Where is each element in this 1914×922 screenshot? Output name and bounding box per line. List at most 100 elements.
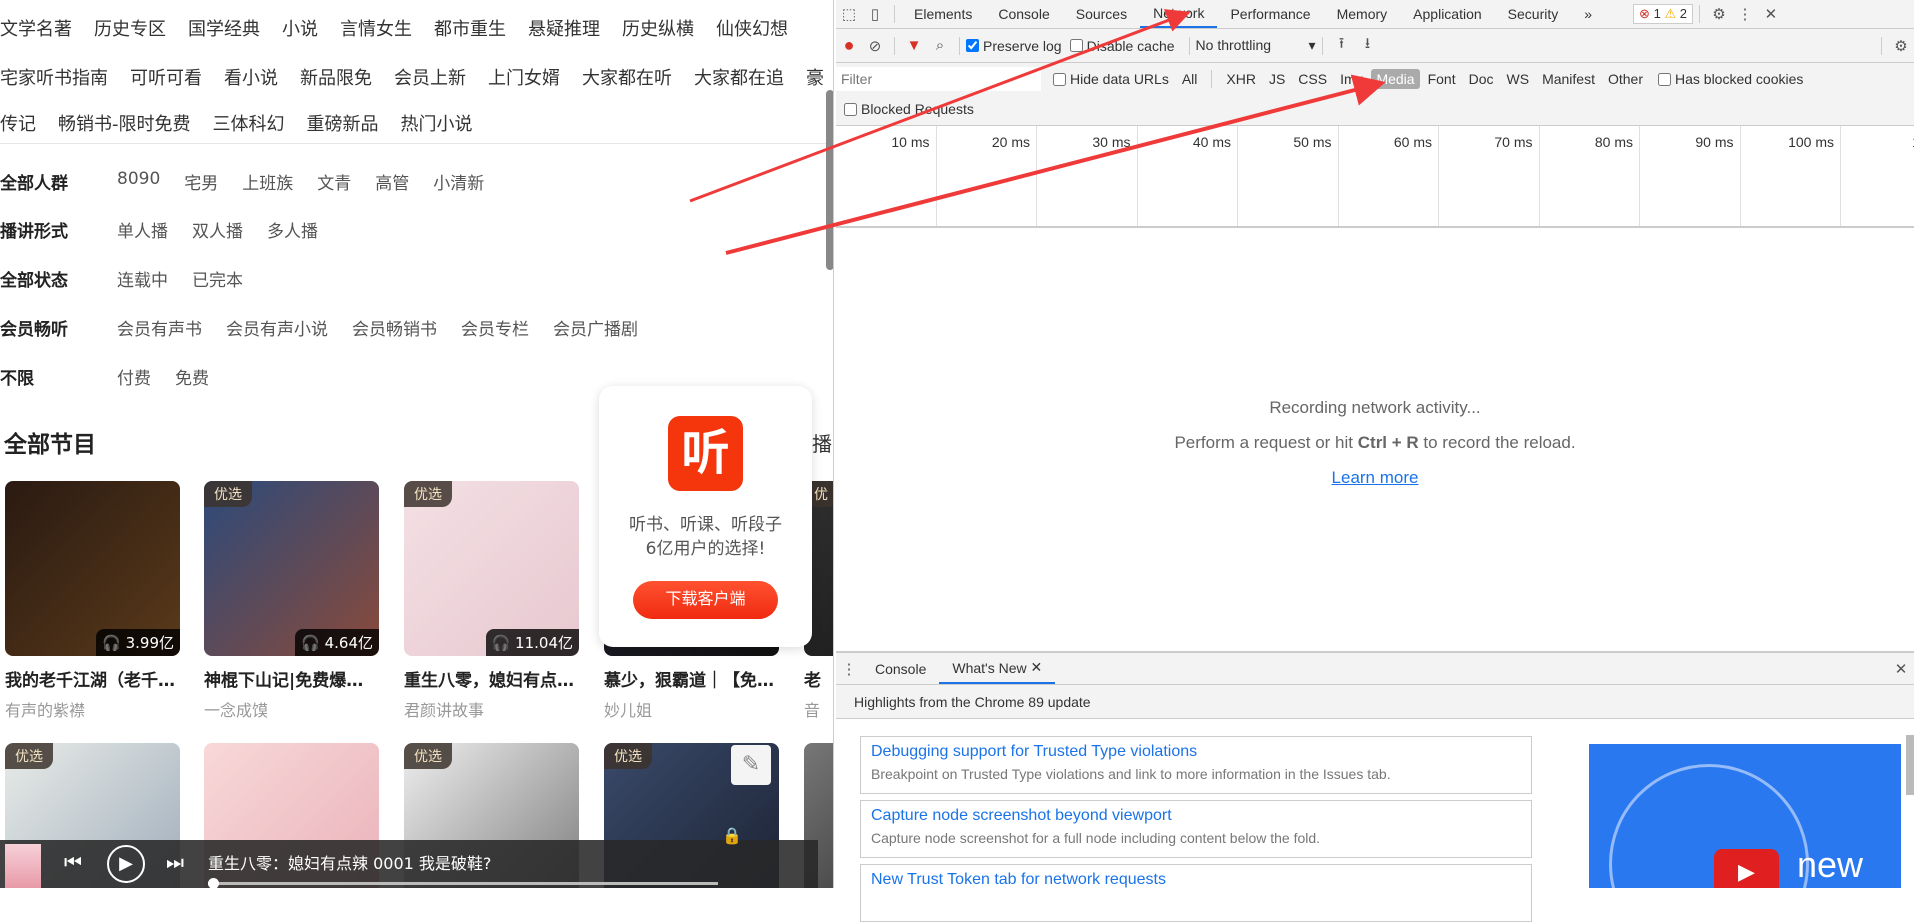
filter-option[interactable]: 付费 [117, 364, 151, 389]
filter-label[interactable]: 全部状态 [0, 266, 117, 291]
network-overview[interactable]: 10 ms 20 ms 30 ms 40 ms 50 ms 60 ms 70 ms 80 ms… [836, 126, 1914, 228]
category-link[interactable]: 宅家听书指南 [0, 64, 108, 90]
category-link[interactable]: 国学经典 [188, 15, 260, 41]
program-title[interactable]: 重生八零，媳妇有点… [404, 666, 579, 691]
program-title[interactable]: 我的老千江湖（老千… [5, 666, 180, 691]
category-link[interactable]: 上门女婿 [488, 64, 560, 90]
learn-more-link[interactable]: Learn more [1332, 468, 1419, 487]
tab-console[interactable]: Console [985, 0, 1062, 28]
type-filter-other[interactable]: Other [1603, 69, 1648, 89]
import-har-icon[interactable]: ⭱ [1329, 34, 1355, 58]
program-title[interactable]: 神棍下山记|免费爆… [204, 666, 379, 691]
type-filter-doc[interactable]: Doc [1464, 69, 1499, 89]
filter-label[interactable]: 不限 [0, 364, 117, 389]
category-link[interactable]: 言情女生 [340, 15, 412, 41]
disable-cache-checkbox[interactable]: Disable cache [1069, 38, 1175, 54]
filter-option[interactable]: 单人播 [117, 217, 168, 242]
filter-option[interactable]: 已完本 [192, 266, 243, 291]
category-link[interactable]: 都市重生 [434, 15, 506, 41]
feature-title-link[interactable]: New Trust Token tab for network requests [871, 871, 1521, 889]
filter-option[interactable]: 会员畅销书 [352, 315, 437, 340]
tab-application[interactable]: Application [1400, 0, 1495, 28]
program-author[interactable]: 一念成馍 [204, 697, 379, 721]
category-link[interactable]: 可听可看 [130, 64, 202, 90]
filter-option[interactable]: 会员有声小说 [226, 315, 328, 340]
filter-input[interactable] [836, 67, 1041, 91]
category-link[interactable]: 新品限免 [300, 64, 372, 90]
category-link[interactable]: 热门小说 [401, 110, 473, 136]
lock-icon[interactable]: 🔒 [722, 826, 742, 845]
feature-title-link[interactable]: Capture node screenshot beyond viewport [871, 807, 1521, 825]
program-cover[interactable]: 优选 🎧 11.04亿 [404, 481, 579, 656]
program-author[interactable]: 妙儿姐 [604, 697, 779, 721]
note-icon[interactable]: ✎ [731, 745, 771, 785]
progress-bar[interactable] [208, 878, 718, 888]
type-filter-media[interactable]: Media [1371, 69, 1420, 89]
inspect-icon[interactable]: ⬚ [836, 2, 862, 26]
type-filter-font[interactable]: Font [1423, 69, 1461, 89]
filter-option[interactable]: 小清新 [433, 169, 484, 194]
download-client-button[interactable]: 下载客户端 [633, 581, 778, 619]
category-link[interactable]: 大家都在追 [694, 64, 784, 90]
type-filter-all[interactable]: All [1177, 69, 1203, 89]
program-title[interactable]: 慕少，狠霸道｜【免… [604, 666, 779, 691]
close-drawer-icon[interactable]: ✕ [1888, 657, 1914, 681]
program-title[interactable]: 老 [804, 666, 833, 691]
program-card[interactable]: 🎧 3.99亿我的老千江湖（老千… 有声的紫襟 [5, 481, 180, 721]
drawer-tab-whats-new[interactable]: What's New ✕ [939, 653, 1056, 684]
hide-data-urls-checkbox[interactable]: Hide data URLs [1053, 71, 1169, 87]
whats-new-video[interactable]: ▶ new [1589, 744, 1901, 888]
filter-option[interactable]: 连载中 [117, 266, 168, 291]
blocked-requests-checkbox[interactable]: Blocked Requests [844, 95, 974, 123]
feature-item[interactable]: Debugging support for Trusted Type viola… [860, 736, 1532, 794]
close-devtools-icon[interactable]: ✕ [1758, 2, 1784, 26]
category-link[interactable]: 小说 [282, 15, 318, 41]
drawer-menu-icon[interactable]: ⋮ [836, 657, 862, 681]
more-menu-icon[interactable]: ⋮ [1732, 2, 1758, 26]
category-link[interactable]: 看小说 [224, 64, 278, 90]
category-link[interactable]: 悬疑推理 [528, 15, 600, 41]
category-link[interactable]: 文学名著 [0, 15, 72, 41]
category-link[interactable]: 历史纵横 [622, 15, 694, 41]
category-link[interactable]: 历史专区 [94, 15, 166, 41]
category-link[interactable]: 三体科幻 [213, 110, 285, 136]
type-filter-img[interactable]: Img [1335, 69, 1368, 89]
more-tabs-button[interactable]: » [1571, 0, 1605, 28]
tab-performance[interactable]: Performance [1217, 0, 1323, 28]
filter-option[interactable]: 文青 [317, 169, 351, 194]
clear-icon[interactable]: ⊘ [862, 34, 888, 58]
drawer-scrollbar[interactable] [1906, 735, 1914, 795]
filter-option[interactable]: 会员专栏 [461, 315, 529, 340]
progress-handle[interactable] [208, 878, 219, 888]
filter-label[interactable]: 播讲形式 [0, 217, 117, 242]
filter-option[interactable]: 高管 [375, 169, 409, 194]
filter-option[interactable]: 免费 [175, 364, 209, 389]
search-icon[interactable]: ⌕ [927, 34, 953, 58]
filter-option[interactable]: 多人播 [267, 217, 318, 242]
program-author[interactable]: 君颜讲故事 [404, 697, 579, 721]
feature-item[interactable]: Capture node screenshot beyond viewport C… [860, 800, 1532, 858]
program-cover[interactable]: 🎧 3.99亿 [5, 481, 180, 656]
tab-security[interactable]: Security [1495, 0, 1572, 28]
play-icon[interactable]: ▶ [107, 845, 145, 883]
category-link[interactable]: 重磅新品 [307, 110, 379, 136]
has-blocked-cookies-checkbox[interactable]: Has blocked cookies [1658, 71, 1803, 87]
category-link[interactable]: 仙侠幻想 [716, 15, 788, 41]
throttling-select[interactable]: No throttling ▾ [1196, 37, 1316, 54]
previous-icon[interactable]: ⏮ [64, 850, 82, 874]
filter-option[interactable]: 双人播 [192, 217, 243, 242]
category-link[interactable]: 大家都在听 [582, 64, 672, 90]
record-icon[interactable]: ● [836, 34, 862, 58]
type-filter-manifest[interactable]: Manifest [1537, 69, 1600, 89]
filter-option[interactable]: 宅男 [184, 169, 218, 194]
tab-network[interactable]: Network [1140, 0, 1218, 28]
program-cover[interactable]: 优选 🎧 4.64亿 [204, 481, 379, 656]
program-author[interactable]: 有声的紫襟 [5, 697, 180, 721]
device-toolbar-icon[interactable]: ▯ [862, 2, 888, 26]
type-filter-xhr[interactable]: XHR [1221, 69, 1261, 89]
page-scrollbar[interactable] [826, 90, 833, 270]
preserve-log-checkbox[interactable]: Preserve log [966, 38, 1062, 54]
filter-icon[interactable]: ▼ [901, 34, 927, 58]
type-filter-css[interactable]: CSS [1293, 69, 1332, 89]
filter-option[interactable]: 会员广播剧 [553, 315, 638, 340]
